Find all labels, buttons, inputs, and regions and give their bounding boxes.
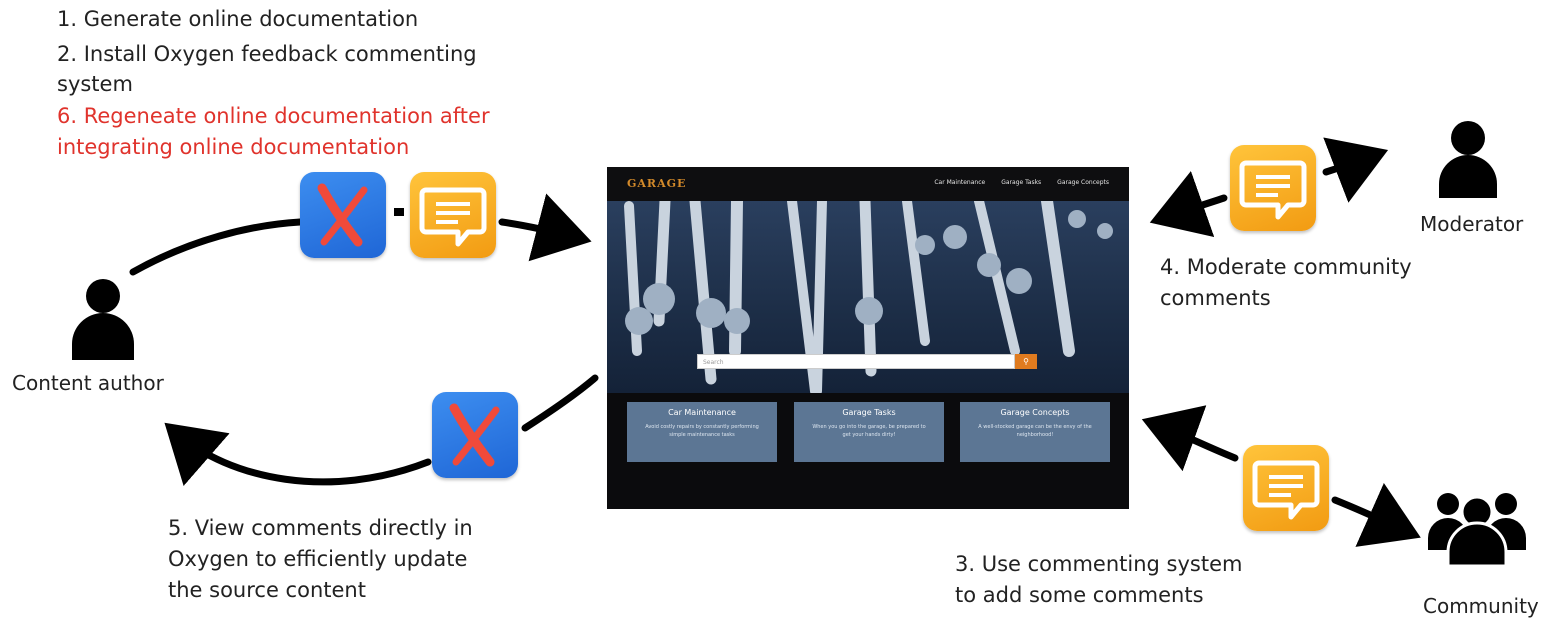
step-6-line-1: 6. Regeneate online documentation after	[57, 104, 490, 128]
oxygen-x-icon	[432, 392, 518, 478]
arrow-community-feedback-to-site	[1141, 405, 1239, 472]
step-4-line-1: 4. Moderate community	[1160, 255, 1412, 279]
card-title: Garage Tasks	[842, 408, 896, 417]
site-logo[interactable]: GARAGE	[627, 177, 686, 190]
nav-link-garage-concepts[interactable]: Garage Concepts	[1057, 179, 1109, 186]
step-1: 1. Generate online documentation	[57, 7, 419, 31]
topic-cards: Car Maintenance Avoid costly repairs by …	[607, 399, 1129, 463]
search-input[interactable]: Search	[697, 354, 1015, 369]
card-garage-concepts[interactable]: Garage Concepts A well-stocked garage ca…	[960, 402, 1110, 462]
person-icon	[1433, 118, 1503, 198]
card-title: Garage Concepts	[1000, 408, 1070, 417]
step-3-line-1: 3. Use commenting system	[955, 552, 1243, 576]
people-group-icon	[1428, 480, 1526, 568]
arrow-feedback-to-site-moderator	[1149, 171, 1228, 238]
step-3-line-2: to add some comments	[955, 583, 1204, 607]
community-label: Community	[1423, 594, 1539, 618]
nav-link-garage-tasks[interactable]: Garage Tasks	[1001, 179, 1041, 186]
feedback-chat-icon	[1243, 445, 1329, 531]
arrow-author-to-oxygen	[129, 218, 304, 276]
search-button[interactable]: ⚲	[1015, 354, 1037, 369]
arrow-feedback-to-moderator	[1322, 137, 1389, 203]
search-icon: ⚲	[1023, 357, 1029, 366]
step-6-line-2: integrating online documentation	[57, 135, 410, 159]
step-2-line-1: 2. Install Oxygen feedback commenting	[57, 42, 477, 66]
feedback-chat-icon	[1230, 145, 1316, 231]
card-car-maintenance[interactable]: Car Maintenance Avoid costly repairs by …	[627, 402, 777, 462]
card-description: A well-stocked garage can be the envy of…	[978, 424, 1092, 438]
feedback-chat-icon	[410, 172, 496, 258]
site-navbar: GARAGE Car Maintenance Garage Tasks Gara…	[607, 167, 1129, 201]
arrow-feedback-to-site	[498, 193, 592, 262]
step-5-line-3: the source content	[168, 578, 366, 602]
arrow-feedback-to-community	[1331, 482, 1421, 547]
step-2-line-2: system	[57, 72, 133, 96]
card-description: When you go into the garage, be prepared…	[812, 424, 926, 438]
card-description: Avoid costly repairs by constantly perfo…	[645, 424, 759, 438]
arrow-site-to-oxygen	[521, 374, 599, 432]
step-5-line-2: Oxygen to efficiently update	[168, 547, 468, 571]
oxygen-x-icon	[300, 172, 386, 258]
step-4-line-2: comments	[1160, 286, 1271, 310]
card-title: Car Maintenance	[668, 408, 736, 417]
site-nav-links: Car Maintenance Garage Tasks Garage Conc…	[934, 179, 1109, 186]
arrow-oxygen-to-author	[164, 422, 432, 486]
documentation-site-screenshot: GARAGE Car Maintenance Garage Tasks Gara…	[607, 167, 1129, 509]
nav-link-car-maintenance[interactable]: Car Maintenance	[934, 179, 985, 186]
moderator-label: Moderator	[1420, 212, 1524, 236]
person-icon	[68, 276, 138, 360]
content-author-label: Content author	[12, 371, 164, 395]
card-garage-tasks[interactable]: Garage Tasks When you go into the garage…	[794, 402, 944, 462]
step-5-line-1: 5. View comments directly in	[168, 516, 473, 540]
